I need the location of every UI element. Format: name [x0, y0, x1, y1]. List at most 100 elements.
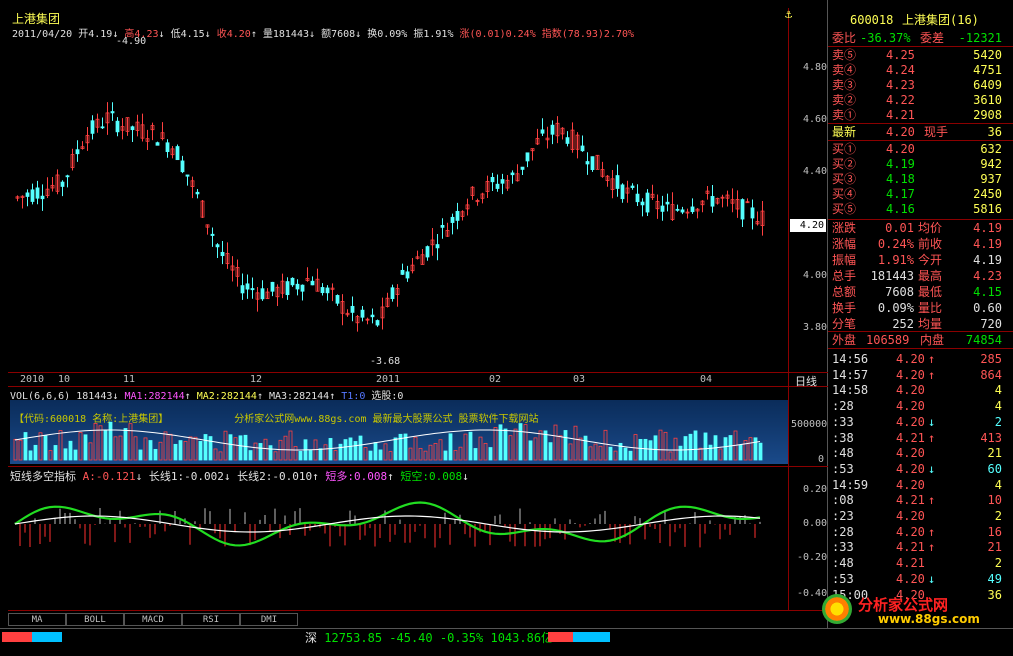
candle-body — [130, 126, 135, 131]
buy-level-4: 买④ 4.17 2450 — [830, 186, 1006, 202]
candle-body — [90, 120, 95, 134]
row-volume: 937 — [980, 172, 1002, 186]
volume-bar — [598, 445, 603, 461]
volume-bar — [228, 434, 233, 461]
volume-bar — [38, 432, 43, 461]
tick-vol: 21 — [987, 540, 1002, 555]
tick-vol: 4 — [994, 383, 1002, 398]
tab-ma[interactable]: MA — [8, 613, 66, 626]
volume-bar — [273, 451, 278, 461]
row-label: 买④ — [832, 187, 857, 201]
volume-bar — [258, 443, 263, 461]
stat-l1: 总额 — [832, 285, 857, 299]
tick-vol: 285 — [980, 352, 1002, 366]
candle-body — [500, 179, 505, 184]
indicator-axis-label: -0.20 — [797, 552, 828, 563]
volume-bar — [653, 435, 658, 461]
volume-bar — [488, 447, 493, 461]
volume-bar — [183, 441, 188, 461]
tick-arrow: ↑ — [928, 493, 936, 508]
volume-bar — [208, 436, 213, 461]
candle-body — [680, 209, 685, 213]
tab-dmi[interactable]: DMI — [240, 613, 298, 626]
stat-l1: 涨跌 — [832, 221, 857, 235]
candle-body — [260, 288, 265, 300]
candle-body — [425, 246, 430, 258]
candle-body — [110, 111, 115, 114]
volume-bar — [633, 434, 638, 461]
period-label[interactable]: 日线 — [795, 373, 817, 389]
candlestick-chart[interactable] — [8, 40, 788, 372]
date-axis-label: 12 — [250, 374, 263, 385]
stat-l1: 分笔 — [832, 317, 857, 331]
price-axis-label: 4.80 — [803, 62, 828, 73]
tick-price: 4.20 — [896, 352, 925, 366]
volume-bar — [378, 449, 383, 461]
volume-bar — [63, 448, 68, 461]
volume-bar — [703, 432, 708, 461]
anchor-icon[interactable]: ⚓ — [785, 7, 792, 21]
stat-l2: 最低 — [918, 285, 943, 299]
volume-bar — [573, 425, 578, 461]
date-axis-label: 11 — [123, 374, 136, 385]
tick-price: 4.20 — [896, 446, 925, 461]
indicator-axis-label: 0.00 — [803, 518, 828, 529]
buy-level-1: 买① 4.20 632 — [830, 141, 1006, 157]
candle-body — [175, 146, 180, 161]
stat-v2: 4.23 — [973, 269, 1002, 283]
tick-price: 4.21 — [896, 493, 925, 508]
candle-body — [390, 287, 395, 300]
tab-rsi[interactable]: RSI — [182, 613, 240, 626]
row-volume: 5420 — [973, 48, 1002, 62]
tick-arrow: ↑ — [928, 540, 936, 555]
volume-bar — [673, 437, 678, 461]
tick-time: :33 — [832, 414, 854, 429]
volume-bar — [218, 451, 223, 461]
candle-body — [435, 244, 440, 249]
stat-v2: 4.19 — [973, 253, 1002, 267]
tick-time: :53 — [832, 571, 854, 586]
candle-body — [215, 244, 220, 248]
volume-bar — [163, 431, 168, 461]
tick-vol: 2 — [994, 556, 1002, 571]
tick-time: :23 — [832, 509, 854, 523]
tick-row: :28 4.20 4 — [830, 398, 1006, 414]
candle-body — [210, 233, 215, 236]
volume-bar — [758, 442, 763, 461]
volume-bar — [643, 438, 648, 461]
candle-body — [550, 124, 555, 135]
volume-bar — [608, 446, 613, 461]
volume-bar — [88, 442, 93, 461]
volume-bar — [718, 448, 723, 461]
volume-bar — [253, 442, 258, 461]
volume-bar — [108, 421, 113, 461]
candle-body — [525, 152, 530, 162]
stat-l2: 均量 — [918, 317, 943, 331]
volume-bar — [153, 448, 158, 461]
volume-bar — [343, 439, 348, 461]
candle-body — [440, 224, 445, 228]
tab-boll[interactable]: BOLL — [66, 613, 124, 626]
indicator-chart[interactable] — [10, 482, 788, 608]
volume-bar — [353, 441, 358, 461]
volume-bar — [563, 430, 568, 461]
volume-chart[interactable] — [10, 400, 788, 464]
watermark-url: www.88gs.com — [878, 612, 980, 626]
volume-bar — [298, 451, 303, 461]
tick-arrow: ↑ — [928, 352, 936, 366]
sell-level-5: 卖⑤ 4.25 5420 — [830, 47, 1006, 63]
volume-bar — [693, 430, 698, 461]
row-volume: 4751 — [973, 63, 1002, 77]
sell-level-2: 卖② 4.22 3610 — [830, 92, 1006, 108]
volume-bar — [243, 434, 248, 461]
candle-body — [565, 137, 570, 144]
volume-bar — [418, 447, 423, 461]
tick-row: :38 4.21 ↑ 413 — [830, 430, 1006, 446]
tick-price: 4.20 — [896, 367, 925, 382]
status-right-gauge — [548, 632, 610, 642]
candle-body — [455, 210, 460, 221]
tab-macd[interactable]: MACD — [124, 613, 182, 626]
volume-bar — [558, 435, 563, 461]
last-price-row: 最新 4.20 现手 36 — [832, 125, 1002, 139]
volume-bar — [383, 443, 388, 461]
